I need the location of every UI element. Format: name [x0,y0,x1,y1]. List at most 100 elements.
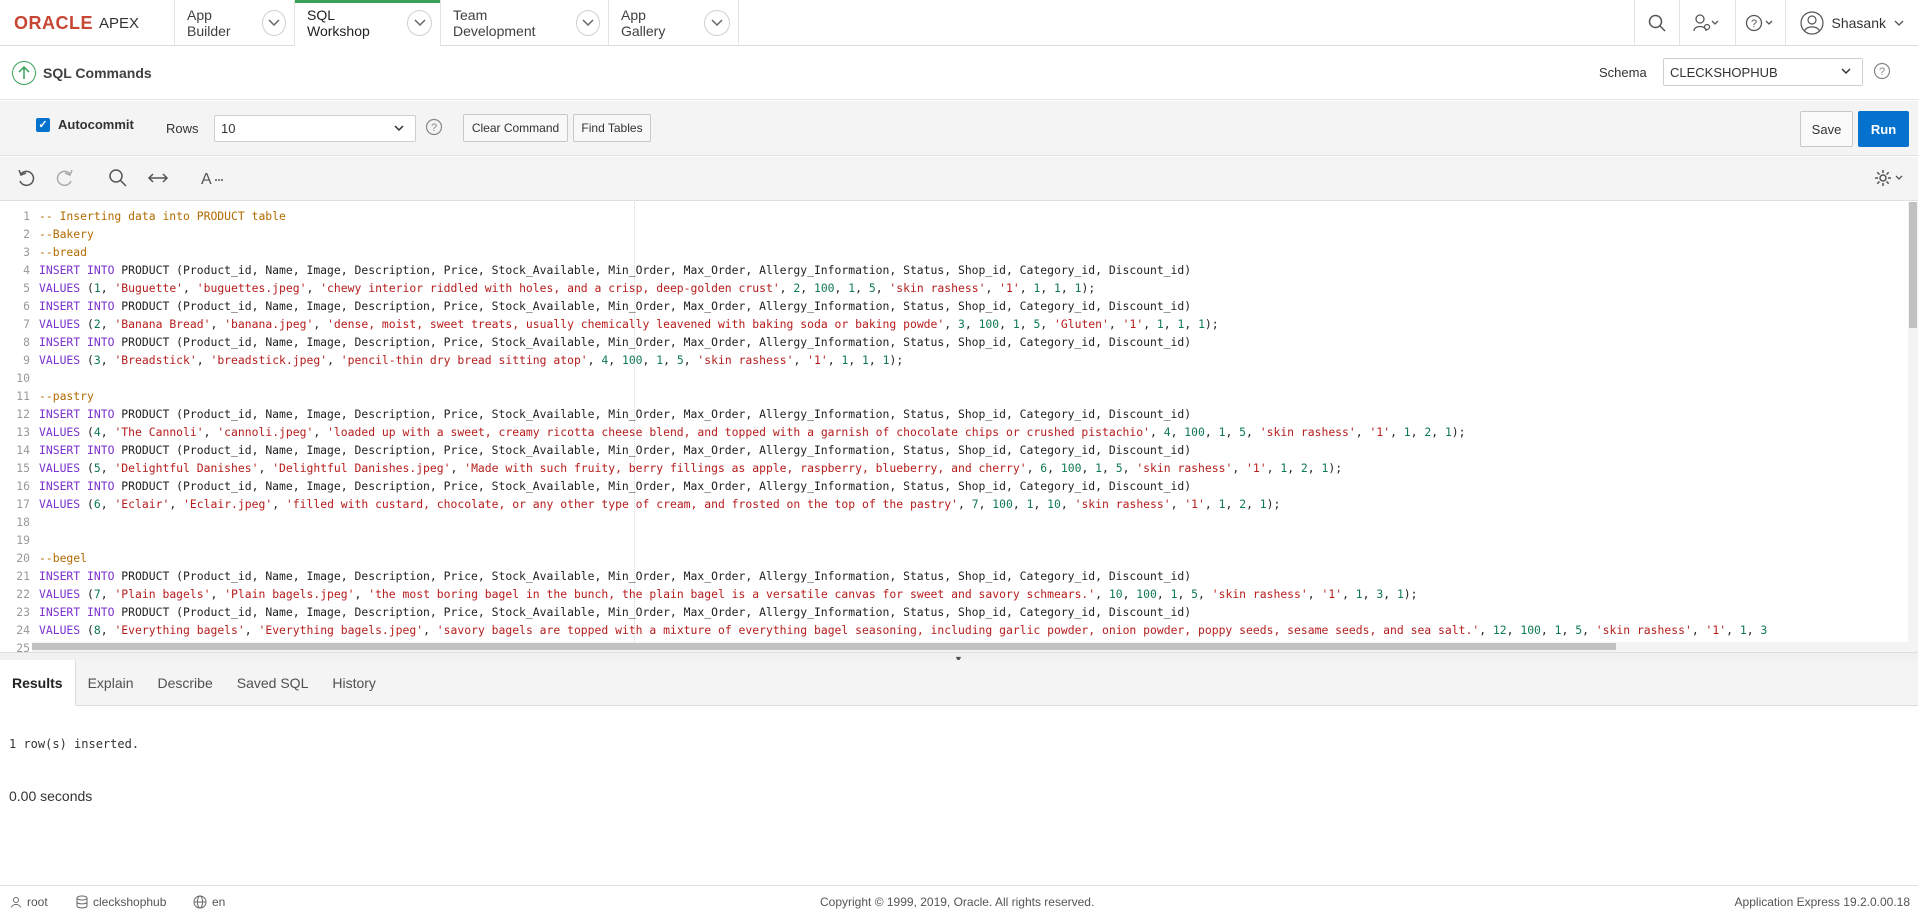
code-text[interactable]: INSERT INTO PRODUCT (Product_id, Name, I… [39,405,1191,423]
code-line[interactable]: 10 [0,369,1908,387]
code-line[interactable]: 13 VALUES (4, 'The Cannoli', 'cannoli.jpe… [0,423,1908,441]
chevron-down-icon[interactable] [262,10,286,36]
footer-language[interactable]: en [193,895,225,909]
code-line[interactable]: 18 [0,513,1908,531]
line-number: 3 [23,245,30,259]
code-text[interactable]: INSERT INTO PRODUCT (Product_id, Name, I… [39,333,1191,351]
find-tables-button[interactable]: Find Tables [573,114,651,142]
code-line[interactable]: 2 --Bakery [0,225,1908,243]
help-icon[interactable]: ? [1873,62,1891,80]
code-line[interactable]: 24 VALUES (8, 'Everything bagels', 'Every… [0,621,1908,639]
code-line[interactable]: 21 INSERT INTO PRODUCT (Product_id, Name,… [0,567,1908,585]
code-line[interactable]: 14 INSERT INTO PRODUCT (Product_id, Name,… [0,441,1908,459]
code-line[interactable]: 8 INSERT INTO PRODUCT (Product_id, Name, … [0,333,1908,351]
tab-app-gallery[interactable]: App Gallery [609,0,739,46]
code-text[interactable]: INSERT INTO PRODUCT (Product_id, Name, I… [39,477,1191,495]
tab-history[interactable]: History [320,660,388,706]
code-text[interactable]: --bread [39,243,87,261]
code-text[interactable]: VALUES (5, 'Delightful Danishes', 'Delig… [39,459,1342,477]
redo-icon[interactable] [55,168,75,188]
code-text[interactable]: -- Inserting data into PRODUCT table [39,207,286,225]
code-text[interactable]: VALUES (8, 'Everything bagels', 'Everyth… [39,621,1767,639]
page-title-bar: SQL Commands Schema CLECKSHOPHUB ? [0,46,1918,100]
scrollbar-thumb[interactable] [1909,202,1917,328]
code-text[interactable]: VALUES (7, 'Plain bagels', 'Plain bagels… [39,585,1418,603]
schema-select[interactable]: CLECKSHOPHUB [1663,58,1863,86]
code-line[interactable]: 6 INSERT INTO PRODUCT (Product_id, Name, … [0,297,1908,315]
run-button[interactable]: Run [1858,111,1909,147]
code-line[interactable]: 16 INSERT INTO PRODUCT (Product_id, Name,… [0,477,1908,495]
search-icon[interactable] [108,168,128,188]
code-text[interactable]: VALUES (2, 'Banana Bread', 'banana.jpeg'… [39,315,1219,333]
command-toolbar: ✓ Autocommit Rows 10 ? [0,101,1918,156]
code-text[interactable]: VALUES (1, 'Buguette', 'buguettes.jpeg',… [39,279,1095,297]
user-menu[interactable]: Shasank [1784,0,1918,46]
tab-sql-workshop[interactable]: SQL Workshop [295,0,441,46]
code-text[interactable]: INSERT INTO PRODUCT (Product_id, Name, I… [39,261,1191,279]
tab-results[interactable]: Results [0,660,76,706]
code-line[interactable]: 15 VALUES (5, 'Delightful Danishes', 'Del… [0,459,1908,477]
code-line[interactable]: 20 --begel [0,549,1908,567]
line-number: 8 [23,335,30,349]
code-line[interactable]: 4 INSERT INTO PRODUCT (Product_id, Name, … [0,261,1908,279]
horizontal-scrollbar[interactable] [32,642,1908,652]
code-text[interactable]: --begel [39,549,87,567]
save-button[interactable]: Save [1800,111,1853,147]
line-number: 14 [16,443,30,457]
sql-editor[interactable]: 1 -- Inserting data into PRODUCT table 2 --… [0,202,1918,652]
line-number: 22 [16,587,30,601]
tab-app-builder[interactable]: App Builder [175,0,295,46]
code-text[interactable]: --pastry [39,387,94,405]
tab-explain[interactable]: Explain [76,660,146,706]
code-text[interactable]: INSERT INTO PRODUCT (Product_id, Name, I… [39,441,1191,459]
tab-saved-sql[interactable]: Saved SQL [225,660,321,706]
code-text[interactable]: --Bakery [39,225,94,243]
tab-describe[interactable]: Describe [146,660,225,706]
rows-label: Rows [166,121,199,136]
tab-team-development[interactable]: Team Development [441,0,609,46]
code-line[interactable]: 19 [0,531,1908,549]
font-size-icon[interactable]: A [200,168,224,188]
code-text[interactable]: INSERT INTO PRODUCT (Product_id, Name, I… [39,297,1191,315]
code-line[interactable]: 1 -- Inserting data into PRODUCT table [0,207,1908,225]
search-icon[interactable] [1633,0,1679,46]
code-text[interactable]: INSERT INTO PRODUCT (Product_id, Name, I… [39,567,1191,585]
code-line[interactable]: 12 INSERT INTO PRODUCT (Product_id, Name,… [0,405,1908,423]
code-content[interactable]: 1 -- Inserting data into PRODUCT table 2 --… [0,207,1908,652]
code-text[interactable]: VALUES (3, 'Breadstick', 'breadstick.jpe… [39,351,903,369]
checkmark-icon: ✓ [36,117,50,132]
code-line[interactable]: 11 --pastry [0,387,1908,405]
oracle-apex-logo[interactable]: ORACLE APEX [0,0,175,46]
user-name: Shasank [1831,15,1886,31]
code-text[interactable]: INSERT INTO PRODUCT (Product_id, Name, I… [39,603,1191,621]
clear-command-button[interactable]: Clear Command [463,114,568,142]
tab-label: Team Development [453,7,536,39]
code-text[interactable]: VALUES (4, 'The Cannoli', 'cannoli.jpeg'… [39,423,1466,441]
vertical-scrollbar[interactable] [1908,202,1918,652]
chevron-down-icon[interactable] [575,10,600,36]
code-text[interactable]: VALUES (6, 'Eclair', 'Eclair.jpeg', 'fil… [39,495,1280,513]
scrollbar-thumb[interactable] [32,643,1616,650]
code-line[interactable]: 3 --bread [0,243,1908,261]
settings-icon[interactable] [1874,168,1906,188]
code-line[interactable]: 22 VALUES (7, 'Plain bagels', 'Plain bage… [0,585,1908,603]
line-number: 4 [23,263,30,277]
rows-select[interactable]: 10 [214,115,416,142]
code-line[interactable]: 17 VALUES (6, 'Eclair', 'Eclair.jpeg', 'f… [0,495,1908,513]
wrap-icon[interactable] [147,168,169,188]
help-icon[interactable]: ? [1734,0,1785,46]
code-line[interactable]: 7 VALUES (2, 'Banana Bread', 'banana.jpeg… [0,315,1908,333]
undo-icon[interactable] [16,168,36,188]
autocommit-checkbox[interactable]: ✓ Autocommit [36,117,134,132]
code-line[interactable]: 5 VALUES (1, 'Buguette', 'buguettes.jpeg'… [0,279,1908,297]
up-arrow-icon[interactable] [12,60,36,85]
schema-value: CLECKSHOPHUB [1670,64,1778,80]
help-icon[interactable]: ? [425,118,443,136]
code-line[interactable]: 23 INSERT INTO PRODUCT (Product_id, Name,… [0,603,1908,621]
admin-user-icon[interactable] [1678,0,1735,46]
line-number: 15 [16,461,30,475]
chevron-down-icon[interactable] [704,10,730,36]
resize-splitter[interactable]: ▼ [0,652,1918,664]
chevron-down-icon[interactable] [407,10,432,36]
code-line[interactable]: 9 VALUES (3, 'Breadstick', 'breadstick.jp… [0,351,1908,369]
